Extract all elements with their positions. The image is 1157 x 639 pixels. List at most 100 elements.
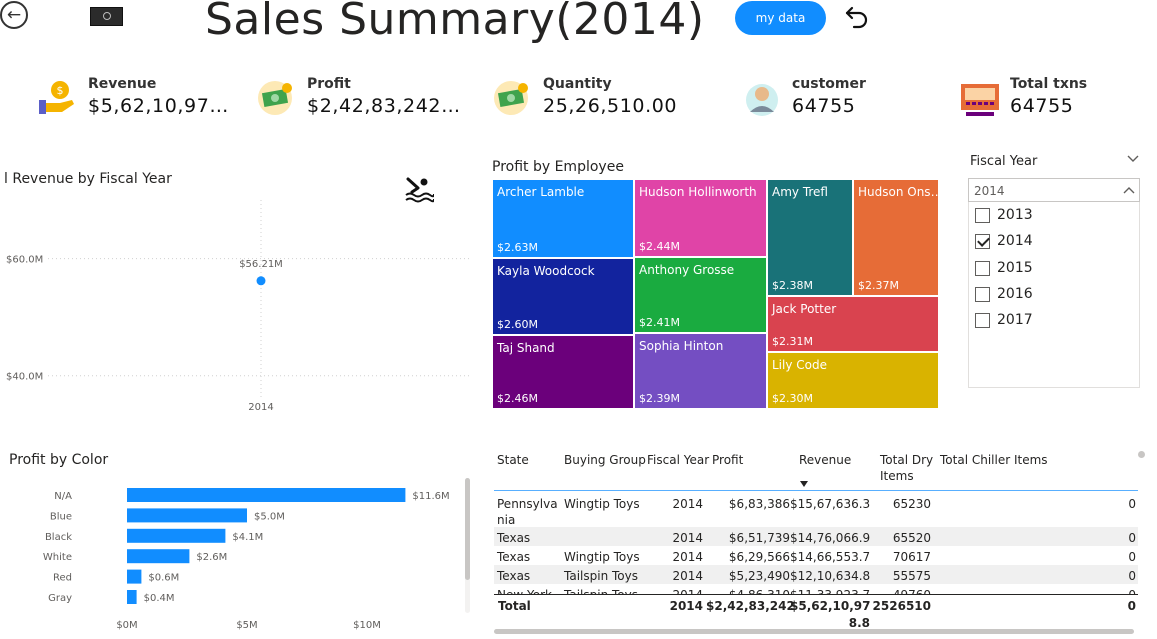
total-profit: $2,42,83,242 [706,599,795,613]
treemap-tile[interactable]: Lily Code $2.30M [767,352,939,409]
data-label: $5.0M [254,511,285,522]
tile-value: $2.30M [772,392,813,405]
cell-total-chiller-items: 0 [1128,497,1136,511]
cell-profit: $6,83,386 [728,497,790,511]
treemap-tile[interactable]: Amy Trefl $2.38M [767,179,853,296]
total-revenue: $5,62,10,97 [790,599,871,613]
sales-table: State Buying Group Fiscal Year Profit Re… [494,448,1138,630]
tile-value: $2.44M [639,240,680,253]
treemap-tile[interactable]: Jack Potter $2.31M [767,296,939,352]
slicer-dropdown[interactable]: 2014 [968,178,1140,202]
checkbox[interactable] [975,286,990,302]
money-hand-icon: $ [39,81,74,114]
table-row[interactable]: Texas Wingtip Toys 2014 $6,29,566 $14,66,553… [494,546,1138,565]
slicer-title: Fiscal Year [970,154,1038,169]
table-row[interactable]: Pennsylva nia Wingtip Toys 2014 $6,83,386 $1… [494,493,1138,527]
tile-name: Jack Potter [772,302,837,316]
bar[interactable] [127,549,190,564]
cash-icon [258,81,292,115]
sort-descending-icon[interactable] [800,481,808,487]
cell-revenue: $14,76,066.9 [790,531,871,545]
total-year: 2014 [669,599,703,613]
option-label: 2016 [997,286,1033,302]
category-label: N/A [54,491,72,502]
x-tick-label: 2014 [248,402,273,413]
x-tick-label: $0M [116,620,137,631]
kpi-value: $5,62,10,97… [88,95,230,117]
tile-value: $2.41M [639,316,680,329]
category-label: Blue [50,511,72,522]
treemap-tile[interactable]: Hudson Hollinworth $2.44M [634,179,767,257]
column-header-profit[interactable]: Profit [712,452,743,468]
tile-value: $2.39M [639,392,680,405]
tile-name: Amy Trefl [772,185,828,199]
cell-state: Texas [497,531,531,545]
column-header-revenue[interactable]: Revenue [799,452,851,468]
tile-name: Lily Code [772,358,827,372]
my-data-button[interactable]: my data [735,1,826,35]
total-label: Total [498,599,531,613]
checkbox[interactable] [975,207,990,223]
bar[interactable] [127,569,142,584]
chevron-down-icon[interactable] [1126,152,1140,166]
more-options-icon[interactable] [1138,451,1145,458]
data-label: $2.6M [196,552,227,563]
option-label: 2013 [997,207,1033,223]
checkbox[interactable] [975,312,990,328]
checkbox[interactable] [975,260,990,276]
y-tick-label: $40.0M [6,372,43,383]
column-header-buying-group[interactable]: Buying Group [564,452,646,468]
cell-state: Texas [497,550,531,564]
cell-revenue: $14,66,553.7 [790,550,871,564]
slicer-option-2014[interactable]: 2014 [975,231,1033,251]
data-label: $4.1M [232,532,263,543]
table-total-row: Total 2014 $2,42,83,242 $5,62,10,97 8.8 … [494,594,1138,630]
data-label: $11.6M [412,491,449,502]
bar[interactable] [127,590,137,604]
bar[interactable] [127,488,406,502]
revenue-by-year-chart: $60.0M $40.0M 2014 $56.21M [6,200,470,413]
tile-value: $2.46M [497,392,538,405]
tile-value: $2.37M [858,279,899,292]
slicer-option-2015[interactable]: 2015 [975,258,1033,278]
option-label: 2015 [997,260,1033,276]
slicer-option-2013[interactable]: 2013 [975,205,1033,225]
checkbox-checked[interactable] [975,233,990,249]
column-header-state[interactable]: State [497,452,529,468]
slicer-option-2017[interactable]: 2017 [975,310,1033,330]
cell-buying-group: Wingtip Toys [564,550,640,564]
kpi-value: 64755 [1010,95,1074,117]
treemap-tile[interactable]: Archer Lamble $2.63M [492,179,634,258]
cell-total-dry-items: 70617 [892,550,931,564]
bar[interactable] [127,508,247,523]
tile-value: $2.38M [772,279,813,292]
column-header-fiscal-year[interactable]: Fiscal Year [647,452,709,468]
slicer-option-2016[interactable]: 2016 [975,284,1033,304]
option-label: 2017 [997,312,1033,328]
table-row[interactable]: Texas Tailspin Toys 2014 $5,23,490 $12,10,63… [494,565,1138,584]
table-row[interactable]: Texas 2014 $6,51,739 $14,76,066.9 65520 0 [494,527,1138,546]
vertical-scrollbar[interactable] [465,478,470,613]
bar[interactable] [127,528,226,543]
column-header-total-chiller-items[interactable]: Total Chiller Items [940,452,1048,468]
tile-value: $2.31M [772,335,813,348]
treemap-tile[interactable]: Taj Shand $2.46M [492,335,634,409]
back-button[interactable]: ← [0,1,28,29]
cell-total-chiller-items: 0 [1128,550,1136,564]
treemap-tile[interactable]: Anthony Grosse $2.41M [634,257,767,333]
chevron-up-icon[interactable] [1122,183,1136,197]
x-tick-label: $5M [236,620,257,631]
treemap-tile[interactable]: Kayla Woodcock $2.60M [492,258,634,335]
horizontal-scrollbar[interactable] [494,629,1134,634]
tile-name: Sophia Hinton [639,339,724,353]
cell-profit: $6,29,566 [728,550,790,564]
category-label: Gray [48,593,72,604]
tile-value: $2.60M [497,318,538,331]
treemap-tile[interactable]: Sophia Hinton $2.39M [634,333,767,409]
undo-icon[interactable] [840,0,876,34]
column-header-total-dry-items[interactable]: Total Dry Items [880,452,935,484]
kpi-label: Quantity [543,76,612,92]
treemap-tile[interactable]: Hudson Ons… $2.37M [853,179,939,296]
treemap-title: Profit by Employee [492,159,624,175]
data-point[interactable] [256,276,266,286]
